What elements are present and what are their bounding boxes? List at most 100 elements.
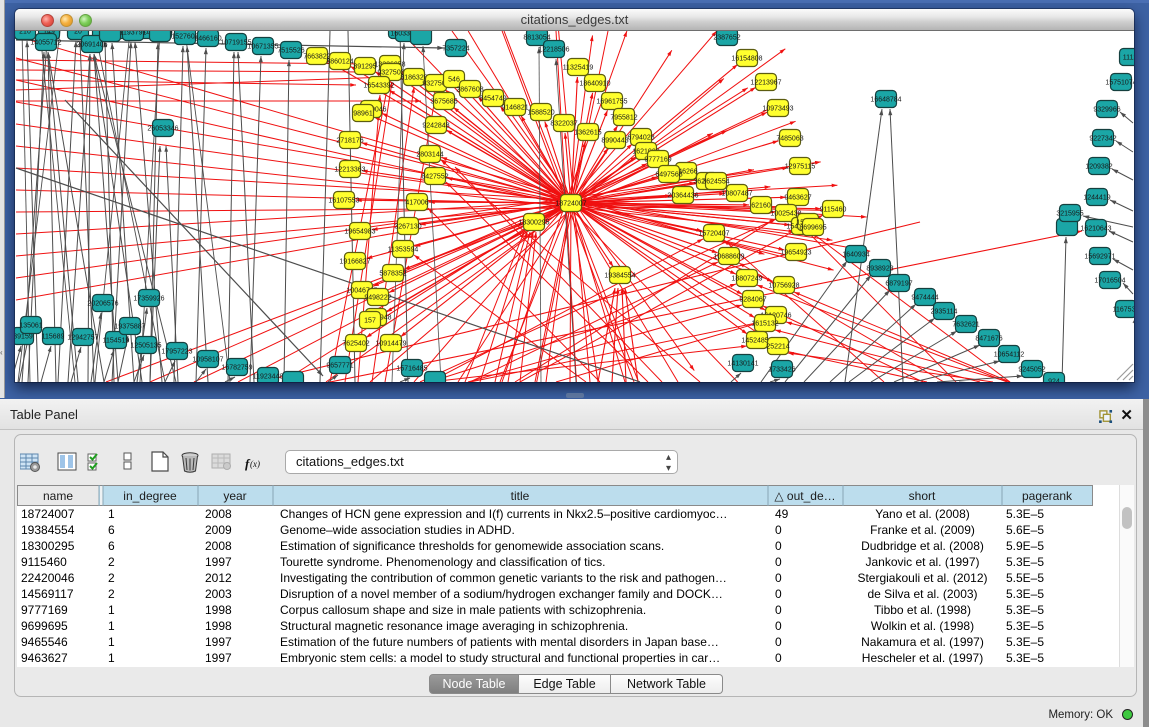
svg-text:12213363: 12213363 (334, 167, 365, 174)
svg-text:20691406: 20691406 (76, 42, 107, 49)
svg-text:2387652: 2387652 (713, 35, 740, 42)
svg-text:7955812: 7955812 (610, 115, 637, 122)
svg-text:39159: 39159 (15, 334, 33, 341)
svg-text:8860124: 8860124 (326, 59, 353, 66)
svg-text:△ out_de…: △ out_de… (774, 489, 835, 503)
svg-text:1193791: 1193791 (120, 31, 147, 37)
svg-text:8454749: 8454749 (479, 96, 506, 103)
svg-text:15716485: 15716485 (396, 366, 427, 373)
svg-text:10671355: 10671355 (247, 44, 278, 51)
svg-text:7632621: 7632621 (952, 322, 979, 329)
svg-text:12505135: 12505135 (130, 343, 161, 350)
svg-text:157: 157 (364, 318, 376, 325)
svg-text:18807249: 18807249 (731, 276, 762, 283)
svg-text:16210643: 16210643 (1080, 226, 1111, 233)
svg-text:3215955: 3215955 (1056, 211, 1083, 218)
svg-text:1209382: 1209382 (1085, 164, 1112, 171)
svg-text:6879197: 6879197 (885, 281, 912, 288)
svg-text:16154808: 16154808 (731, 56, 762, 63)
svg-text:26053346: 26053346 (147, 126, 178, 133)
svg-text:7625402: 7625402 (342, 341, 369, 348)
svg-text:16543392: 16543392 (363, 83, 394, 90)
svg-text:1733426: 1733426 (768, 367, 795, 374)
svg-text:3267130: 3267130 (394, 224, 421, 231)
svg-text:11923448: 11923448 (253, 374, 284, 381)
svg-text:6497568: 6497568 (655, 172, 682, 179)
svg-text:546: 546 (448, 77, 460, 84)
svg-text:(x): (x) (250, 459, 260, 469)
svg-text:8471676: 8471676 (975, 336, 1002, 343)
svg-text:11325419: 11325419 (563, 65, 594, 72)
svg-text:10654112: 10654112 (994, 352, 1025, 359)
svg-text:9329966: 9329966 (1093, 107, 1120, 114)
svg-text:10756928: 10756928 (768, 283, 799, 290)
svg-text:19654983: 19654983 (344, 229, 375, 236)
svg-text:9284067: 9284067 (739, 297, 766, 304)
svg-text:2803144: 2803144 (416, 152, 443, 159)
svg-text:12213967: 12213967 (750, 80, 781, 87)
svg-text:1244419: 1244419 (1083, 195, 1110, 202)
svg-text:9657771: 9657771 (326, 363, 353, 370)
svg-text:1112: 1112 (1123, 55, 1134, 62)
svg-text:19375887: 19375887 (114, 324, 145, 331)
svg-text:2718176: 2718176 (336, 138, 363, 145)
svg-text:115689: 115689 (42, 334, 65, 341)
svg-text:2867608: 2867608 (456, 87, 483, 94)
svg-text:17016504: 17016504 (1094, 278, 1125, 285)
svg-text:9146821: 9146821 (501, 105, 528, 112)
svg-text:15720407: 15720407 (698, 231, 729, 238)
svg-text:924: 924 (1048, 379, 1060, 383)
svg-text:18724007: 18724007 (555, 201, 586, 208)
svg-text:17359926: 17359926 (133, 296, 164, 303)
svg-text:16782759: 16782759 (221, 365, 252, 372)
svg-text:98961: 98961 (353, 111, 373, 118)
svg-text:10973493: 10973493 (762, 106, 793, 113)
svg-text:7357224: 7357224 (442, 46, 469, 53)
svg-text:1588520: 1588520 (527, 110, 554, 117)
svg-text:short: short (909, 489, 936, 503)
svg-text:16648784: 16648784 (870, 97, 901, 104)
svg-text:18300295: 18300295 (518, 220, 549, 227)
svg-text:891295: 891295 (353, 64, 376, 71)
svg-text:12942757: 12942757 (67, 335, 98, 342)
svg-text:name: name (43, 489, 73, 503)
svg-text:14055712: 14055712 (30, 40, 61, 47)
svg-text:9498222: 9498222 (364, 295, 391, 302)
svg-text:10807487: 10807487 (721, 191, 752, 198)
svg-text:15692971: 15692971 (1084, 254, 1115, 261)
svg-text:7515526: 7515526 (277, 48, 304, 55)
svg-text:3675685: 3675685 (430, 99, 457, 106)
svg-text:in_degree: in_degree (123, 489, 177, 503)
svg-text:12975115: 12975115 (785, 164, 816, 171)
svg-text:2935114: 2935114 (931, 309, 958, 316)
svg-text:1362615: 1362615 (574, 130, 601, 137)
svg-text:10688609: 10688609 (713, 254, 744, 261)
svg-text:8427552: 8427552 (421, 174, 448, 181)
svg-text:10025438: 10025438 (770, 211, 801, 218)
svg-text:9115460: 9115460 (820, 207, 847, 214)
svg-text:9242848: 9242848 (422, 123, 449, 130)
svg-text:9463627: 9463627 (784, 195, 811, 202)
svg-text:135061: 135061 (19, 323, 42, 330)
svg-text:1154519: 1154519 (103, 338, 130, 345)
svg-text:9227342: 9227342 (1089, 136, 1116, 143)
svg-text:1615132: 1615132 (751, 321, 778, 328)
svg-text:20: 20 (74, 31, 82, 36)
svg-text:62160: 62160 (751, 203, 771, 210)
svg-text:10958107: 10958107 (192, 357, 223, 364)
svg-text:20206576: 20206576 (87, 301, 118, 308)
svg-text:19166827: 19166827 (339, 259, 370, 266)
svg-text:8990443: 8990443 (601, 138, 628, 145)
svg-text:19384554: 19384554 (604, 273, 635, 280)
svg-text:20364436: 20364436 (667, 193, 698, 200)
svg-text:17957223: 17957223 (161, 349, 192, 356)
svg-text:417006: 417006 (405, 200, 428, 207)
svg-text:year: year (223, 489, 246, 503)
svg-text:9245052: 9245052 (1018, 367, 1045, 374)
svg-text:title: title (511, 489, 530, 503)
svg-text:5878352: 5878352 (379, 271, 406, 278)
svg-text:7485063: 7485063 (776, 136, 803, 143)
svg-text:8938923: 8938923 (866, 266, 893, 273)
svg-text:6794028: 6794028 (627, 135, 654, 142)
svg-text:12218506: 12218506 (538, 47, 569, 54)
